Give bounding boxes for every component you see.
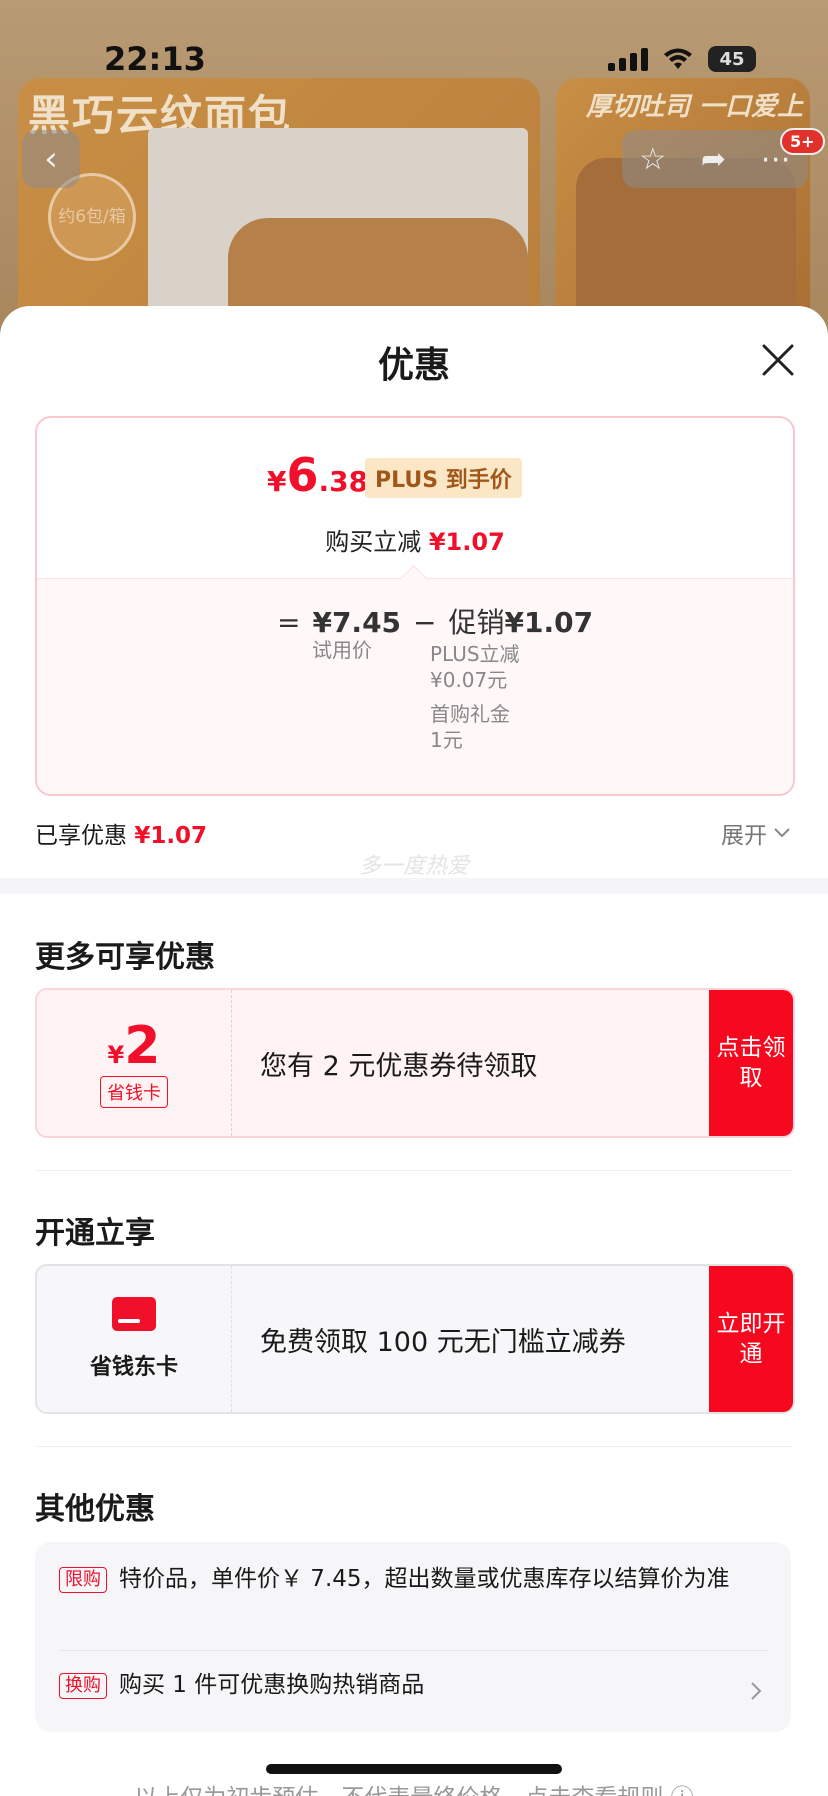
- battery-icon: 45: [708, 46, 756, 72]
- exchange-text: 购买 1 件可优惠换购热销商品: [119, 1672, 425, 1698]
- coupon-tag: 省钱卡: [100, 1076, 168, 1108]
- other-discounts-list: 限购 特价品，单件价￥ 7.45，超出数量或优惠库存以结算价为准 换购 购买 1…: [35, 1542, 791, 1732]
- price-integer: 6: [286, 448, 319, 502]
- membership-text: 免费领取 100 元无门槛立减券: [260, 1326, 626, 1358]
- plus-price-tag: PLUS 到手价: [365, 458, 522, 498]
- more-discounts-title: 更多可享优惠: [35, 940, 215, 975]
- share-icon[interactable]: ➦: [701, 142, 726, 177]
- promo-value: ¥1.07: [504, 606, 594, 639]
- plus-reduce-value: ¥0.07元: [430, 668, 508, 692]
- price-formula-section: = ¥7.45 − 促销 ¥1.07 试用价 PLUS立减 ¥0.07元 首购礼金…: [37, 565, 793, 794]
- coupon-currency: ¥: [107, 1041, 125, 1069]
- star-icon[interactable]: ☆: [639, 142, 666, 177]
- expand-button[interactable]: 展开: [721, 816, 791, 850]
- coupon-value: 2: [124, 1016, 161, 1076]
- claim-coupon-button[interactable]: 点击领取: [709, 990, 793, 1136]
- status-bar: 22:13 45: [0, 0, 828, 78]
- open-membership-button[interactable]: 立即开通: [709, 1266, 793, 1412]
- close-icon: [762, 344, 794, 376]
- list-item: 限购 特价品，单件价￥ 7.45，超出数量或优惠库存以结算价为准: [59, 1564, 767, 1594]
- first-buy-value: 1元: [430, 728, 463, 752]
- credit-card-icon: [112, 1297, 156, 1331]
- product-image-main: 黑巧云纹面包 约6包/箱: [18, 78, 540, 330]
- membership-card: 省钱东卡 免费领取 100 元无门槛立减券 立即开通: [35, 1264, 795, 1414]
- exchange-row[interactable]: 换购 购买 1 件可优惠换购热销商品: [59, 1670, 767, 1700]
- price-formula: = ¥7.45 − 促销 ¥1.07: [277, 601, 593, 641]
- home-indicator[interactable]: [266, 1764, 562, 1774]
- open-membership-title: 开通立享: [35, 1216, 155, 1251]
- close-button[interactable]: [758, 340, 798, 380]
- first-buy-label: 首购礼金: [430, 702, 510, 726]
- divider: [35, 1170, 791, 1171]
- product-image-secondary: 厚切吐司 一口爱上: [556, 78, 810, 330]
- info-icon: ⓘ: [671, 1785, 694, 1796]
- reduce-line: 购买立减 ¥1.07: [37, 522, 793, 557]
- chevron-down-icon: [774, 828, 790, 838]
- wifi-icon: [662, 47, 694, 71]
- notification-badge: 5+: [780, 128, 825, 155]
- status-icons: 45: [608, 46, 756, 72]
- enjoyed-value: ¥1.07: [134, 823, 208, 849]
- secondary-banner-title: 厚切吐司 一口爱上: [586, 92, 804, 122]
- minus-sign: −: [413, 606, 437, 639]
- chevron-left-icon: ‹: [44, 139, 58, 179]
- exchange-tag: 换购: [59, 1673, 107, 1699]
- limit-text: 特价品，单件价￥ 7.45，超出数量或优惠库存以结算价为准: [119, 1566, 730, 1592]
- expand-label: 展开: [721, 823, 767, 849]
- status-time: 22:13: [104, 40, 206, 78]
- back-button[interactable]: ‹: [22, 130, 80, 188]
- signal-icon: [608, 47, 648, 71]
- limit-tag: 限购: [59, 1567, 107, 1593]
- price-breakdown-card: ¥ 6 .38 PLUS 到手价 购买立减 ¥1.07 = ¥7.45 − 促销…: [35, 416, 795, 796]
- membership-card-block: 省钱东卡: [37, 1266, 232, 1412]
- currency-symbol: ¥: [267, 465, 287, 498]
- sheet-title: 优惠: [377, 345, 450, 386]
- reduce-label: 购买立减: [325, 528, 422, 556]
- equals-sign: =: [277, 606, 301, 639]
- trial-price: ¥7.45: [312, 606, 402, 639]
- coupon-text: 您有 2 元优惠券待领取: [260, 1050, 538, 1082]
- other-discounts-title: 其他优惠: [35, 1492, 155, 1527]
- list-divider: [59, 1650, 767, 1651]
- chevron-right-icon[interactable]: [749, 1680, 763, 1702]
- membership-card-name: 省钱东卡: [89, 1355, 178, 1380]
- rules-note-text: 以上仅为初步预估，不代表最终价格，点击查看规则: [134, 1785, 663, 1796]
- divider: [35, 1446, 791, 1447]
- enjoyed-label: 已享优惠: [35, 823, 127, 849]
- plus-reduce-label: PLUS立减: [430, 642, 520, 666]
- rules-note[interactable]: 以上仅为初步预估，不代表最终价格，点击查看规则 ⓘ: [0, 1778, 828, 1796]
- coupon-amount-block: ¥ 2 省钱卡: [37, 990, 232, 1136]
- trial-price-label: 试用价: [312, 638, 372, 662]
- section-divider: [0, 878, 828, 894]
- final-price: ¥ 6 .38: [267, 448, 368, 502]
- promo-label: 促销: [448, 606, 505, 639]
- coupon-amount: ¥ 2: [108, 1018, 161, 1074]
- coupon-card: ¥ 2 省钱卡 您有 2 元优惠券待领取 点击领取: [35, 988, 795, 1138]
- discount-sheet: 优惠 ¥ 6 .38 PLUS 到手价 购买立减 ¥1.07 = ¥7.45 −: [0, 306, 828, 1796]
- price-decimal: .38: [318, 465, 369, 498]
- watermark: 多一度热爱: [358, 854, 469, 879]
- reduce-value: ¥1.07: [428, 528, 505, 556]
- final-price-section: ¥ 6 .38 PLUS 到手价 购买立减 ¥1.07: [37, 418, 793, 578]
- enjoyed-discount: 已享优惠 ¥1.07: [35, 823, 207, 849]
